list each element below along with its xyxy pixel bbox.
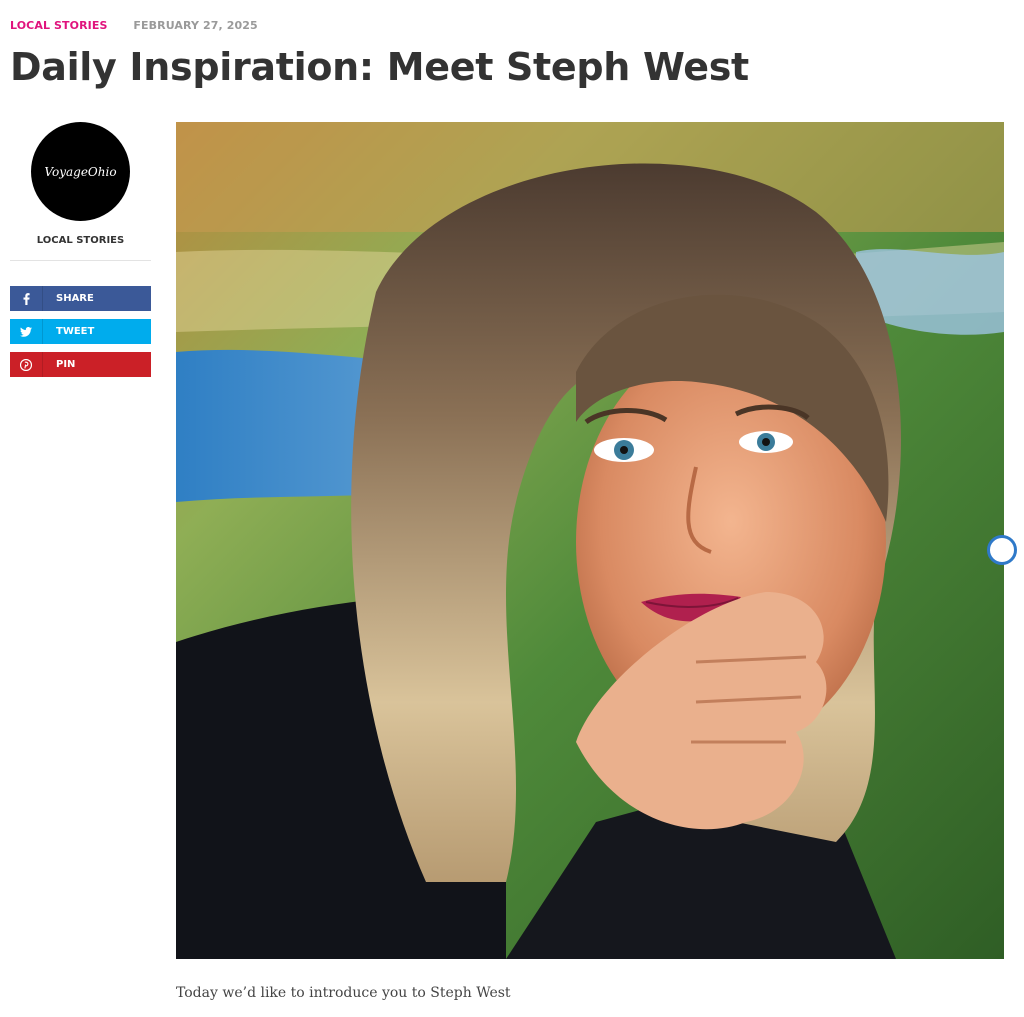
article-intro: Today we’d like to introduce you to Step… — [176, 985, 511, 1001]
avatar-logo-text: VoyageOhio — [44, 164, 117, 179]
sidebar-divider — [10, 260, 151, 261]
pinterest-share-button[interactable]: PIN — [10, 352, 151, 377]
author-name-link[interactable]: LOCAL STORIES — [10, 235, 151, 246]
pinterest-icon — [10, 352, 43, 377]
portrait-illustration — [176, 122, 1004, 959]
facebook-icon — [10, 286, 43, 311]
post-meta: LOCAL STORIES FEBRUARY 27, 2025 — [10, 19, 258, 32]
pin-label: PIN — [56, 359, 76, 370]
post-date: FEBRUARY 27, 2025 — [133, 19, 258, 32]
category-link[interactable]: LOCAL STORIES — [10, 19, 107, 32]
twitter-share-button[interactable]: TWEET — [10, 319, 151, 344]
twitter-icon — [10, 319, 43, 344]
page-title: Daily Inspiration: Meet Steph West — [10, 45, 749, 89]
share-label: SHARE — [56, 293, 94, 304]
author-avatar[interactable]: VoyageOhio — [31, 122, 130, 221]
facebook-share-button[interactable]: SHARE — [10, 286, 151, 311]
featured-image — [176, 122, 1004, 959]
scroll-indicator[interactable] — [987, 535, 1017, 565]
tweet-label: TWEET — [56, 326, 95, 337]
